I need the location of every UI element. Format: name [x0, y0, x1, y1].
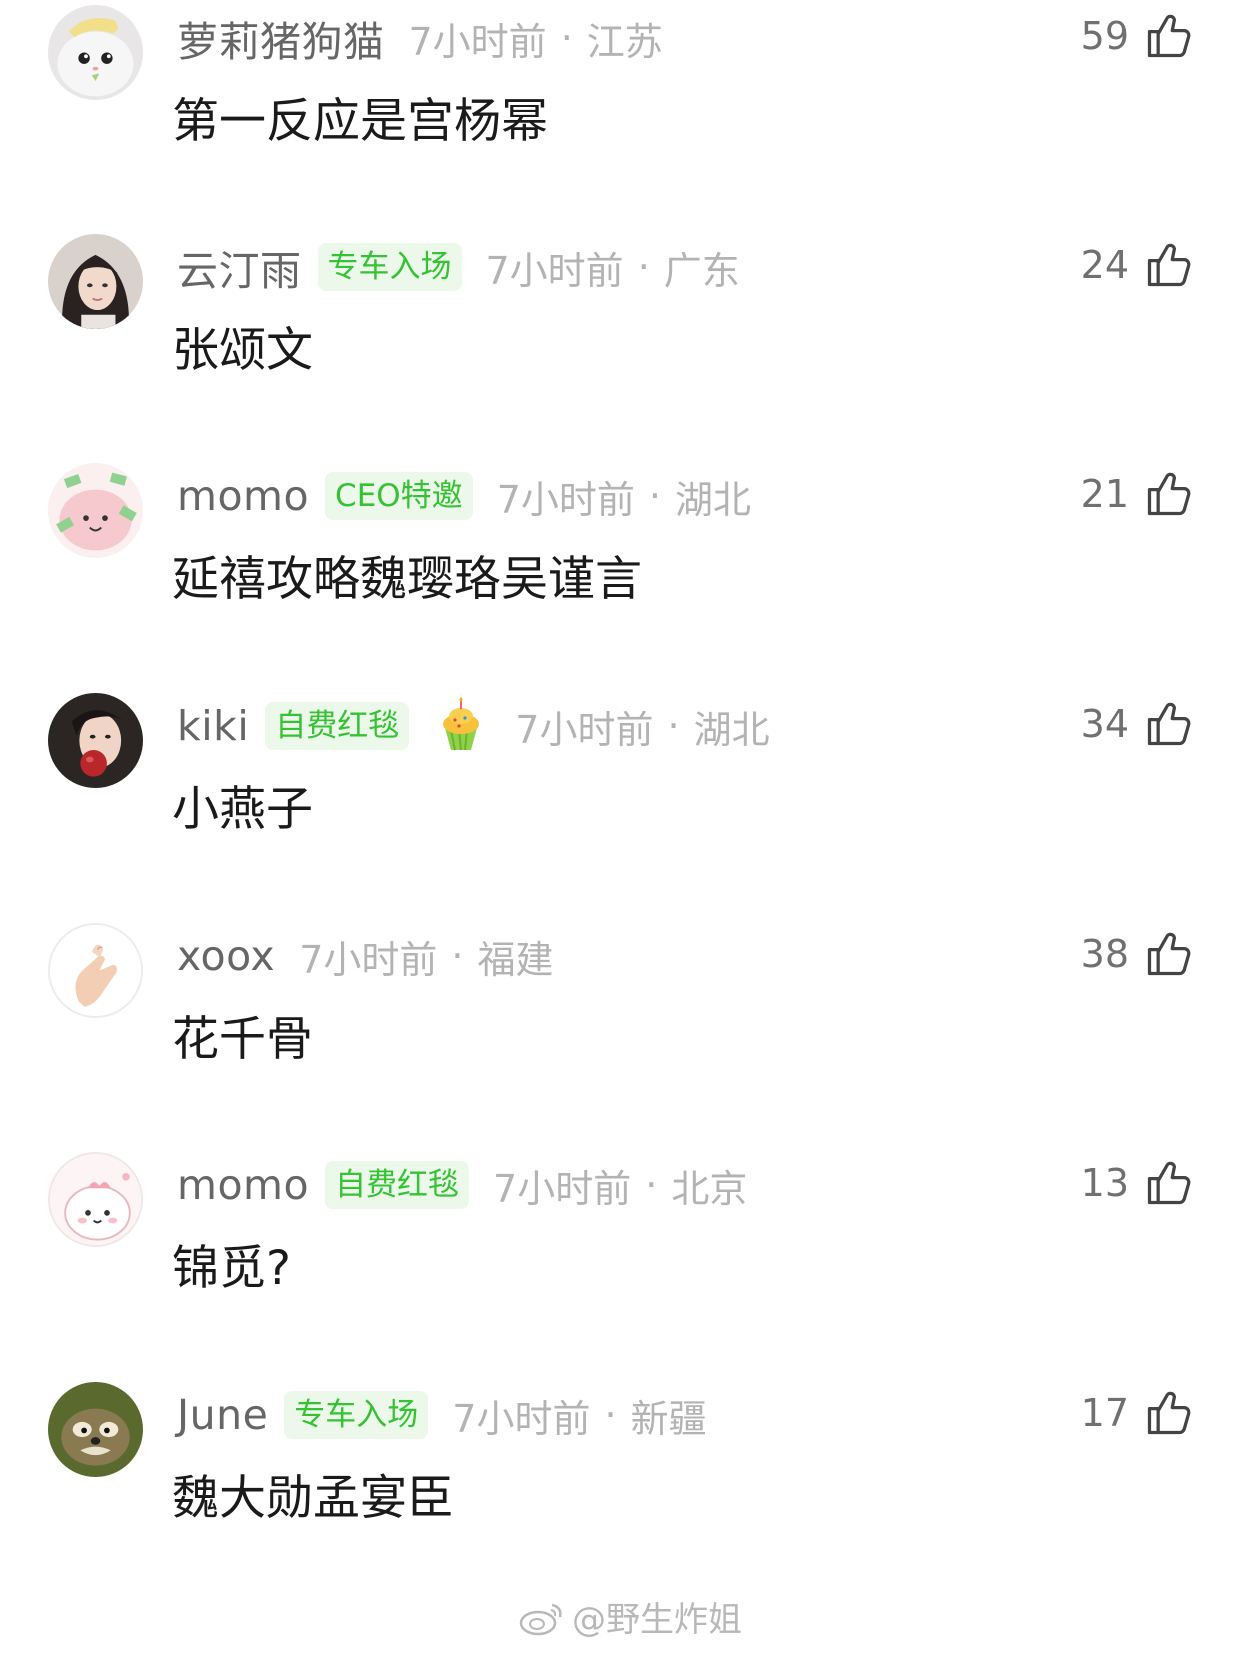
thumbs-up-icon[interactable] — [1143, 10, 1195, 62]
comment-meta: momo CEO特邀 7小时前 · 湖北 — [177, 470, 751, 522]
comment-item: xoox 7小时前 · 福建 花千骨 38 — [0, 918, 1259, 1161]
user-badge[interactable]: CEO特邀 — [325, 472, 473, 520]
comment-meta: xoox 7小时前 · 福建 — [177, 930, 553, 982]
username[interactable]: June — [177, 1391, 268, 1439]
weibo-logo-icon — [519, 1603, 562, 1635]
comment-time: 7小时前 — [515, 707, 654, 752]
like-button[interactable]: 24 — [1081, 237, 1195, 293]
comment-item: momo 自费红毯 7小时前 · 北京 锦觅? 13 — [0, 1147, 1259, 1390]
like-button[interactable]: 17 — [1081, 1385, 1195, 1441]
like-count: 38 — [1080, 932, 1129, 976]
woman-avatar-icon[interactable] — [48, 234, 143, 329]
comment-meta: June 专车入场 7小时前 · 新疆 — [177, 1389, 707, 1441]
woman-apple-avatar-icon[interactable] — [48, 693, 143, 788]
like-button[interactable]: 38 — [1081, 926, 1195, 982]
separator-dot: · — [560, 16, 573, 60]
like-count: 17 — [1080, 1391, 1129, 1435]
comment-item: 云汀雨 专车入场 7小时前 · 广东 张颂文 24 — [0, 229, 1259, 472]
comment-text: 第一反应是宫杨幂 — [172, 94, 548, 149]
comment-time: 7小时前 — [493, 1166, 632, 1211]
cupcake-icon — [431, 696, 491, 756]
comment-time: 7小时前 — [299, 937, 438, 982]
like-count: 34 — [1080, 702, 1129, 746]
separator-dot: · — [667, 704, 680, 748]
user-badge[interactable]: 自费红毯 — [325, 1161, 470, 1209]
comment-text: 张颂文 — [172, 323, 313, 378]
user-badge[interactable]: 专车入场 — [317, 243, 462, 291]
comment-location: 广东 — [663, 248, 740, 293]
comment-time: 7小时前 — [452, 1396, 591, 1441]
like-count: 59 — [1080, 14, 1129, 58]
like-button[interactable]: 34 — [1081, 696, 1195, 752]
username[interactable]: 云汀雨 — [177, 237, 302, 297]
cat-avatar-icon[interactable] — [48, 5, 143, 100]
comment-text: 小燕子 — [172, 782, 313, 837]
like-count: 21 — [1080, 472, 1129, 516]
user-badge[interactable]: 专车入场 — [284, 1391, 429, 1439]
comment-text: 花千骨 — [172, 1012, 313, 1067]
pink-blob-avatar-icon[interactable] — [48, 1152, 143, 1247]
thumbs-up-icon[interactable] — [1143, 928, 1195, 980]
comment-time: 7小时前 — [496, 477, 635, 522]
separator-dot: · — [637, 245, 650, 289]
user-badge[interactable]: 自费红毯 — [265, 702, 410, 750]
comment-location: 新疆 — [630, 1396, 707, 1441]
comment-time: 7小时前 — [408, 19, 547, 64]
comment-location: 江苏 — [586, 19, 663, 64]
comment-text: 魏大勋孟宴臣 — [172, 1471, 454, 1526]
separator-dot: · — [604, 1393, 617, 1437]
username[interactable]: 萝莉猪狗猫 — [177, 8, 385, 68]
thumbs-up-icon[interactable] — [1143, 698, 1195, 750]
separator-dot: · — [451, 934, 464, 978]
comment-meta: 云汀雨 专车入场 7小时前 · 广东 — [177, 241, 740, 295]
comment-item: momo CEO特邀 7小时前 · 湖北 延禧攻略魏璎珞吴谨言 21 — [0, 458, 1259, 701]
like-button[interactable]: 13 — [1081, 1155, 1195, 1211]
username[interactable]: momo — [177, 1161, 309, 1209]
watermark-text: @野生炸姐 — [572, 1600, 742, 1640]
comment-item: June 专车入场 7小时前 · 新疆 魏大勋孟宴臣 17 — [0, 1377, 1259, 1620]
comment-item: kiki 自费红毯 7小时前 · 湖北 小燕子 34 — [0, 688, 1259, 931]
comment-item: 萝莉猪狗猫 7小时前 · 江苏 第一反应是宫杨幂 59 — [0, 0, 1259, 243]
like-button[interactable]: 21 — [1081, 466, 1195, 522]
comment-text: 延禧攻略魏璎珞吴谨言 — [172, 552, 642, 607]
separator-dot: · — [648, 474, 661, 518]
finger-heart-avatar-icon[interactable] — [48, 923, 143, 1018]
username[interactable]: momo — [177, 472, 309, 520]
comment-location: 湖北 — [693, 707, 770, 752]
comment-location: 湖北 — [674, 477, 751, 522]
separator-dot: · — [645, 1163, 658, 1207]
thumbs-up-icon[interactable] — [1143, 1387, 1195, 1439]
comment-location: 北京 — [671, 1166, 748, 1211]
cartoon-mouse-avatar-icon[interactable] — [48, 1382, 143, 1477]
username[interactable]: xoox — [177, 932, 275, 980]
username[interactable]: kiki — [177, 702, 249, 750]
comment-location: 福建 — [477, 937, 554, 982]
like-count: 24 — [1080, 243, 1129, 287]
comment-time: 7小时前 — [485, 248, 624, 293]
money-blob-avatar-icon[interactable] — [48, 463, 143, 558]
like-count: 13 — [1080, 1161, 1129, 1205]
comment-text: 锦觅? — [172, 1241, 291, 1296]
like-button[interactable]: 59 — [1081, 8, 1195, 64]
thumbs-up-icon[interactable] — [1143, 1157, 1195, 1209]
thumbs-up-icon[interactable] — [1143, 239, 1195, 291]
comment-meta: momo 自费红毯 7小时前 · 北京 — [177, 1159, 747, 1211]
watermark: @野生炸姐 — [518, 1592, 742, 1641]
thumbs-up-icon[interactable] — [1143, 468, 1195, 520]
comment-meta: kiki 自费红毯 7小时前 · 湖北 — [177, 697, 770, 752]
comment-meta: 萝莉猪狗猫 7小时前 · 江苏 — [177, 12, 663, 66]
